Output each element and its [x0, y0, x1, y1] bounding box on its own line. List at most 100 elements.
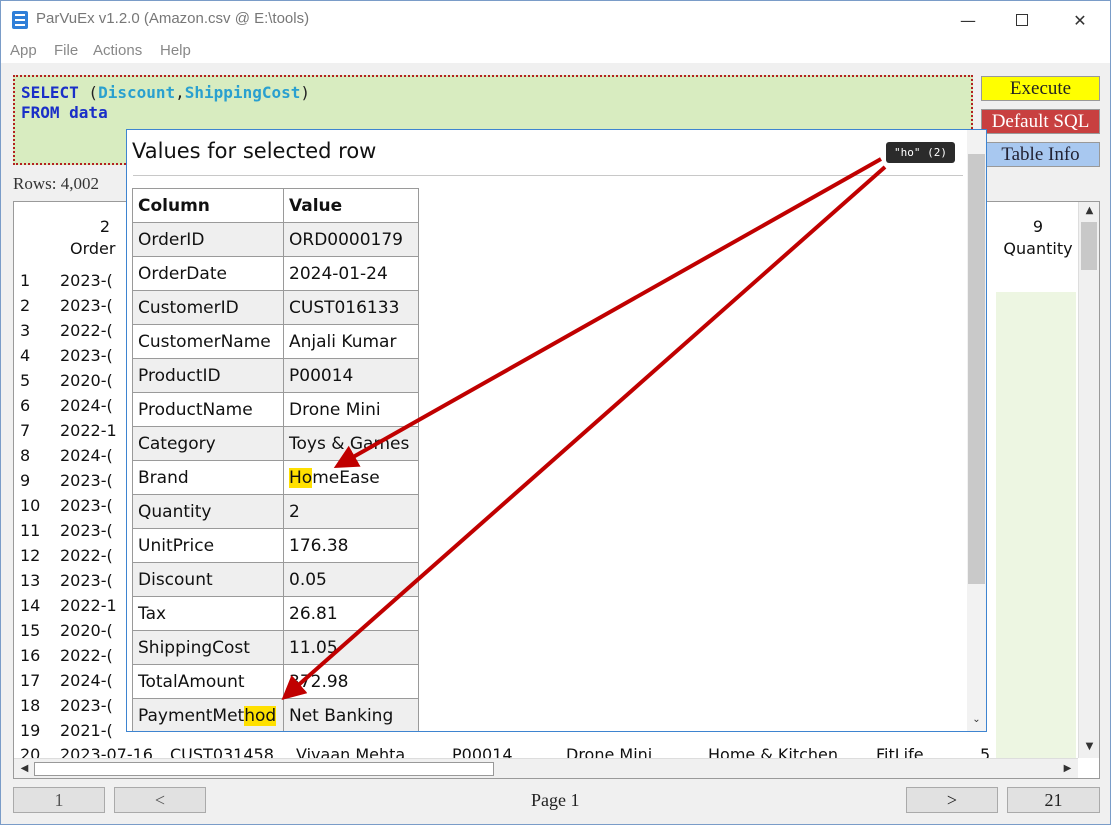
table-row[interactable]: TotalAmount 372.98: [132, 664, 419, 699]
column-cell: PaymentMethod: [132, 698, 284, 731]
table-row[interactable]: OrderDate 2024-01-24: [132, 256, 419, 291]
execute-button[interactable]: Execute: [981, 76, 1100, 101]
row-number: 7: [20, 421, 31, 440]
grid-cell: 2022-(: [60, 646, 113, 665]
table-row[interactable]: Discount 0.05: [132, 562, 419, 597]
table-row[interactable]: ProductID P00014: [132, 358, 419, 393]
column-name: ProductID: [138, 365, 221, 386]
grid-cell: 2022-(: [60, 546, 113, 565]
table-row[interactable]: ProductName Drone Mini: [132, 392, 419, 427]
table-row[interactable]: Quantity 2: [132, 494, 419, 529]
value-text: CUST016133: [289, 297, 400, 318]
value-text: ORD0000179: [289, 229, 403, 250]
dialog-scrollbar[interactable]: ⌄: [967, 130, 986, 731]
grid-vertical-scrollbar[interactable]: ▲ ▼: [1078, 202, 1099, 758]
page-label: Page 1: [531, 790, 580, 810]
column-name-part: PaymentMet: [138, 705, 245, 726]
menu-actions[interactable]: Actions: [93, 42, 142, 59]
table-row[interactable]: CustomerID CUST016133: [132, 290, 419, 325]
column-name: UnitPrice: [138, 535, 215, 556]
row-number: 6: [20, 396, 31, 415]
table-row[interactable]: CustomerName Anjali Kumar: [132, 324, 419, 359]
grid-scroll-thumb[interactable]: [1081, 222, 1097, 270]
table-row[interactable]: OrderID ORD0000179: [132, 222, 419, 257]
next-page-button[interactable]: >: [906, 787, 998, 813]
minimize-icon: —: [960, 10, 976, 30]
value-cell: 2024-01-24: [283, 256, 419, 291]
table-row[interactable]: UnitPrice 176.38: [132, 528, 419, 563]
column-cell: CustomerID: [132, 290, 284, 325]
row-number: 11: [20, 521, 41, 540]
sql-paren: (: [78, 83, 99, 102]
table-header-row: Column Value: [132, 188, 419, 223]
value-text: 0.05: [289, 569, 327, 590]
prev-page-button[interactable]: <: [114, 787, 206, 813]
menu-help[interactable]: Help: [160, 42, 191, 59]
table-row[interactable]: Brand HomeEase: [132, 460, 419, 495]
row-number: 13: [20, 571, 41, 590]
column-name: OrderDate: [138, 263, 227, 284]
grid-cell: 2024-(: [60, 671, 113, 690]
column-header-name: Order: [70, 239, 116, 258]
menu-file[interactable]: File: [54, 42, 78, 59]
dialog-scroll-thumb[interactable]: [968, 154, 985, 584]
value-text: Net Banking: [289, 705, 394, 726]
column-cell: Brand: [132, 460, 284, 495]
maximize-button[interactable]: [995, 1, 1049, 39]
search-badge: "ho" (2): [886, 142, 955, 163]
column-name: ShippingCost: [138, 637, 250, 658]
value-text: 372.98: [289, 671, 349, 692]
value-cell: P00014: [283, 358, 419, 393]
last-page-button[interactable]: 21: [1007, 787, 1100, 813]
column-header[interactable]: 2 Order: [70, 216, 115, 260]
minimize-button[interactable]: —: [941, 1, 995, 39]
row-number: 10: [20, 496, 41, 515]
value-header: Value: [283, 188, 419, 223]
grid-cell: 2022-1: [60, 421, 117, 440]
scroll-right-icon[interactable]: ▶: [1057, 760, 1078, 778]
grid-cell: 2020-(: [60, 371, 113, 390]
sql-line-1: SELECT (Discount,ShippingCost): [21, 83, 965, 103]
title-bar: ParVuEx v1.2.0 (Amazon.csv @ E:\tools) —…: [1, 1, 1110, 39]
value-text: Drone Mini: [289, 399, 381, 420]
grid-horizontal-scrollbar[interactable]: ◀ ▶: [14, 758, 1078, 778]
default-sql-button[interactable]: Default SQL: [981, 109, 1100, 134]
column-name: ProductName: [138, 399, 253, 420]
column-header: Column: [132, 188, 284, 223]
column-cell: Quantity: [132, 494, 284, 529]
value-part: meEase: [312, 467, 380, 488]
value-text: Anjali Kumar: [289, 331, 397, 352]
column-name: OrderID: [138, 229, 205, 250]
app-icon: [12, 11, 28, 29]
scroll-left-icon[interactable]: ◀: [14, 760, 35, 778]
close-button[interactable]: ✕: [1053, 1, 1107, 39]
grid-cell: 2023-(: [60, 296, 113, 315]
chevron-down-icon[interactable]: ⌄: [967, 714, 986, 730]
value-cell: 11.05: [283, 630, 419, 665]
column-header[interactable]: 9 Quantity: [998, 216, 1078, 260]
column-cell: Tax: [132, 596, 284, 631]
search-highlight: hod: [244, 705, 277, 726]
value-cell: 372.98: [283, 664, 419, 699]
column-header-name: Quantity: [1003, 239, 1073, 258]
window-title: ParVuEx v1.2.0 (Amazon.csv @ E:\tools): [36, 10, 310, 27]
scroll-up-icon[interactable]: ▲: [1079, 202, 1099, 220]
sql-keyword: SELECT: [21, 83, 79, 102]
row-values-dialog: Values for selected row "ho" (2) Column …: [126, 129, 987, 732]
table-row[interactable]: PaymentMethod Net Banking: [132, 698, 419, 731]
menu-app[interactable]: App: [10, 42, 37, 59]
sql-field: ShippingCost: [184, 83, 301, 102]
column-cell: OrderID: [132, 222, 284, 257]
value-text: 2024-01-24: [289, 263, 388, 284]
table-row[interactable]: Tax 26.81: [132, 596, 419, 631]
value-text: Toys & Games: [289, 433, 410, 454]
grid-hscroll-thumb[interactable]: [34, 762, 494, 776]
table-row[interactable]: ShippingCost 11.05: [132, 630, 419, 665]
row-number: 19: [20, 721, 41, 740]
column-header-number: 2: [99, 217, 110, 236]
row-number: 5: [20, 371, 31, 390]
scroll-down-icon[interactable]: ▼: [1079, 738, 1099, 756]
first-page-button[interactable]: 1: [13, 787, 105, 813]
table-info-button[interactable]: Table Info: [981, 142, 1100, 167]
table-row[interactable]: Category Toys & Games: [132, 426, 419, 461]
